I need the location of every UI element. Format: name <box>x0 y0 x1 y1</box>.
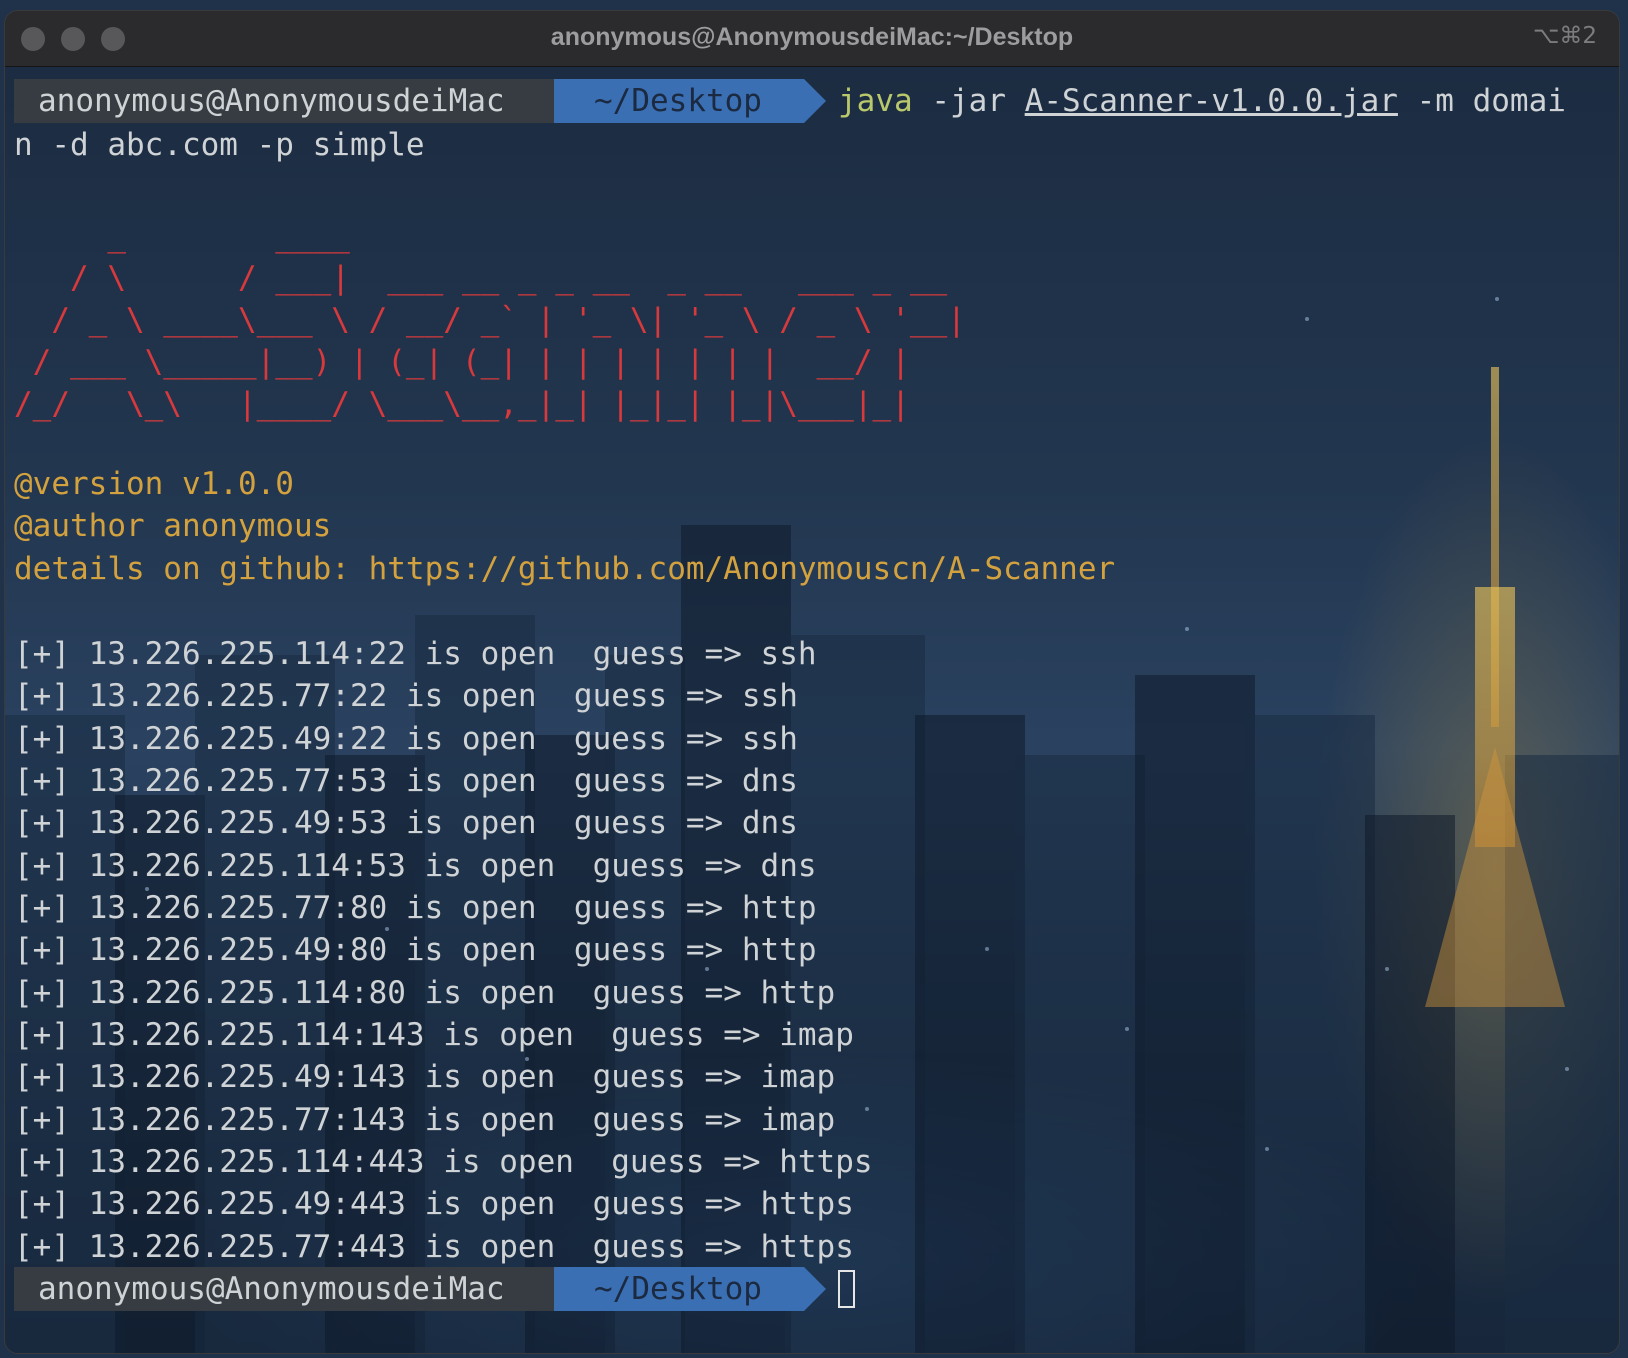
result-line: [+] 13.226.225.49:143 is open guess => i… <box>14 1059 836 1095</box>
prompt-directory: ~/Desktop <box>554 79 804 123</box>
command-jar-file: A-Scanner-v1.0.0.jar <box>1024 83 1398 119</box>
result-line: [+] 13.226.225.77:80 is open guess => ht… <box>14 890 817 926</box>
result-line: [+] 13.226.225.49:22 is open guess => ss… <box>14 721 798 757</box>
command-args-line2: n -d abc.com -p simple <box>14 127 425 163</box>
window-shortcut: ⌥⌘2 <box>1532 23 1597 49</box>
version-line: @version v1.0.0 <box>14 466 294 502</box>
terminal-window: anonymous@AnonymousdeiMac:~/Desktop ⌥⌘2 <box>4 10 1620 1354</box>
prompt-arrow-icon <box>804 1267 826 1311</box>
result-line: [+] 13.226.225.49:53 is open guess => dn… <box>14 805 798 841</box>
prompt-user-host: anonymous@AnonymousdeiMac <box>14 1267 554 1311</box>
command-args-line1: -m domai <box>1416 83 1566 119</box>
result-line: [+] 13.226.225.77:443 is open guess => h… <box>14 1229 854 1265</box>
details-line: details on github: https://github.com/An… <box>14 551 1116 587</box>
window-title: anonymous@AnonymousdeiMac:~/Desktop <box>550 23 1074 51</box>
result-line: [+] 13.226.225.49:443 is open guess => h… <box>14 1186 854 1222</box>
prompt-directory: ~/Desktop <box>554 1267 804 1311</box>
result-line: [+] 13.226.225.77:22 is open guess => ss… <box>14 678 798 714</box>
terminal-output[interactable]: anonymous@AnonymousdeiMac ~/Desktop java… <box>5 67 1619 1353</box>
text-cursor[interactable] <box>838 1270 855 1308</box>
command-flag-jar: -jar <box>931 83 1006 119</box>
result-line: [+] 13.226.225.77:143 is open guess => i… <box>14 1102 836 1138</box>
result-line: [+] 13.226.225.114:443 is open guess => … <box>14 1144 873 1180</box>
result-line: [+] 13.226.225.114:80 is open guess => h… <box>14 975 836 1011</box>
ascii-banner: _ ____ / \ / ___| ___ __ _ _ __ _ __ ___… <box>14 218 966 422</box>
result-line: [+] 13.226.225.114:53 is open guess => d… <box>14 848 817 884</box>
result-line: [+] 13.226.225.114:143 is open guess => … <box>14 1017 854 1053</box>
result-line: [+] 13.226.225.49:80 is open guess => ht… <box>14 932 817 968</box>
prompt-user-host: anonymous@AnonymousdeiMac <box>14 79 554 123</box>
result-line: [+] 13.226.225.114:22 is open guess => s… <box>14 636 817 672</box>
prompt-arrow-icon <box>804 79 826 123</box>
command-program: java <box>838 83 913 119</box>
result-line: [+] 13.226.225.77:53 is open guess => dn… <box>14 763 798 799</box>
author-line: @author anonymous <box>14 508 332 544</box>
command-line: java -jar A-Scanner-v1.0.0.jar -m domai <box>838 79 1566 123</box>
title-bar: anonymous@AnonymousdeiMac:~/Desktop ⌥⌘2 <box>5 11 1619 67</box>
